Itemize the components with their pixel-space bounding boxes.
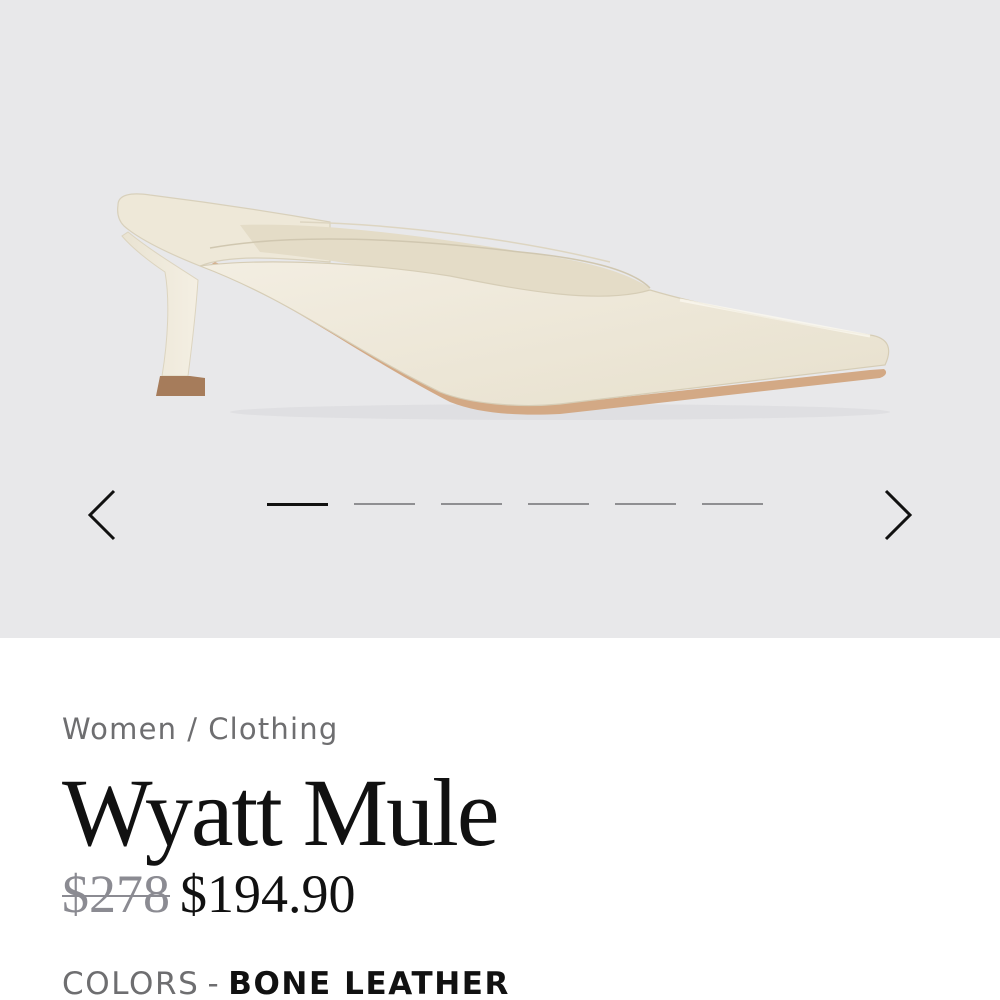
gallery-dot[interactable] (528, 503, 589, 505)
gallery-pagination (267, 503, 763, 506)
color-selector: COLORS - BONE LEATHER (62, 966, 510, 1000)
original-price: $278 (62, 864, 170, 924)
sale-price: $194.90 (180, 864, 356, 924)
product-title: Wyatt Mule (62, 759, 499, 866)
gallery-dot[interactable] (267, 503, 328, 506)
gallery-dot[interactable] (354, 503, 415, 505)
breadcrumb-item-women[interactable]: Women (62, 712, 177, 746)
gallery-dot[interactable] (615, 503, 676, 505)
chevron-left-icon (87, 489, 116, 541)
selected-color: BONE LEATHER (228, 966, 510, 1000)
colors-separator: - (207, 966, 221, 1000)
breadcrumb: Women / Clothing (62, 712, 338, 746)
gallery-dot[interactable] (441, 503, 502, 505)
gallery-dot[interactable] (702, 503, 763, 505)
price-row: $278 $194.90 (62, 862, 356, 926)
gallery-next-button[interactable] (878, 484, 918, 544)
product-page: Women / Clothing Wyatt Mule $278 $194.90 CO… (0, 0, 1000, 1000)
chevron-right-icon (884, 489, 913, 541)
product-gallery[interactable] (0, 0, 1000, 638)
colors-label: COLORS (62, 966, 200, 1000)
product-image (117, 193, 890, 420)
breadcrumb-separator: / (187, 712, 199, 746)
gallery-prev-button[interactable] (82, 484, 122, 544)
breadcrumb-item-clothing[interactable]: Clothing (208, 712, 338, 746)
